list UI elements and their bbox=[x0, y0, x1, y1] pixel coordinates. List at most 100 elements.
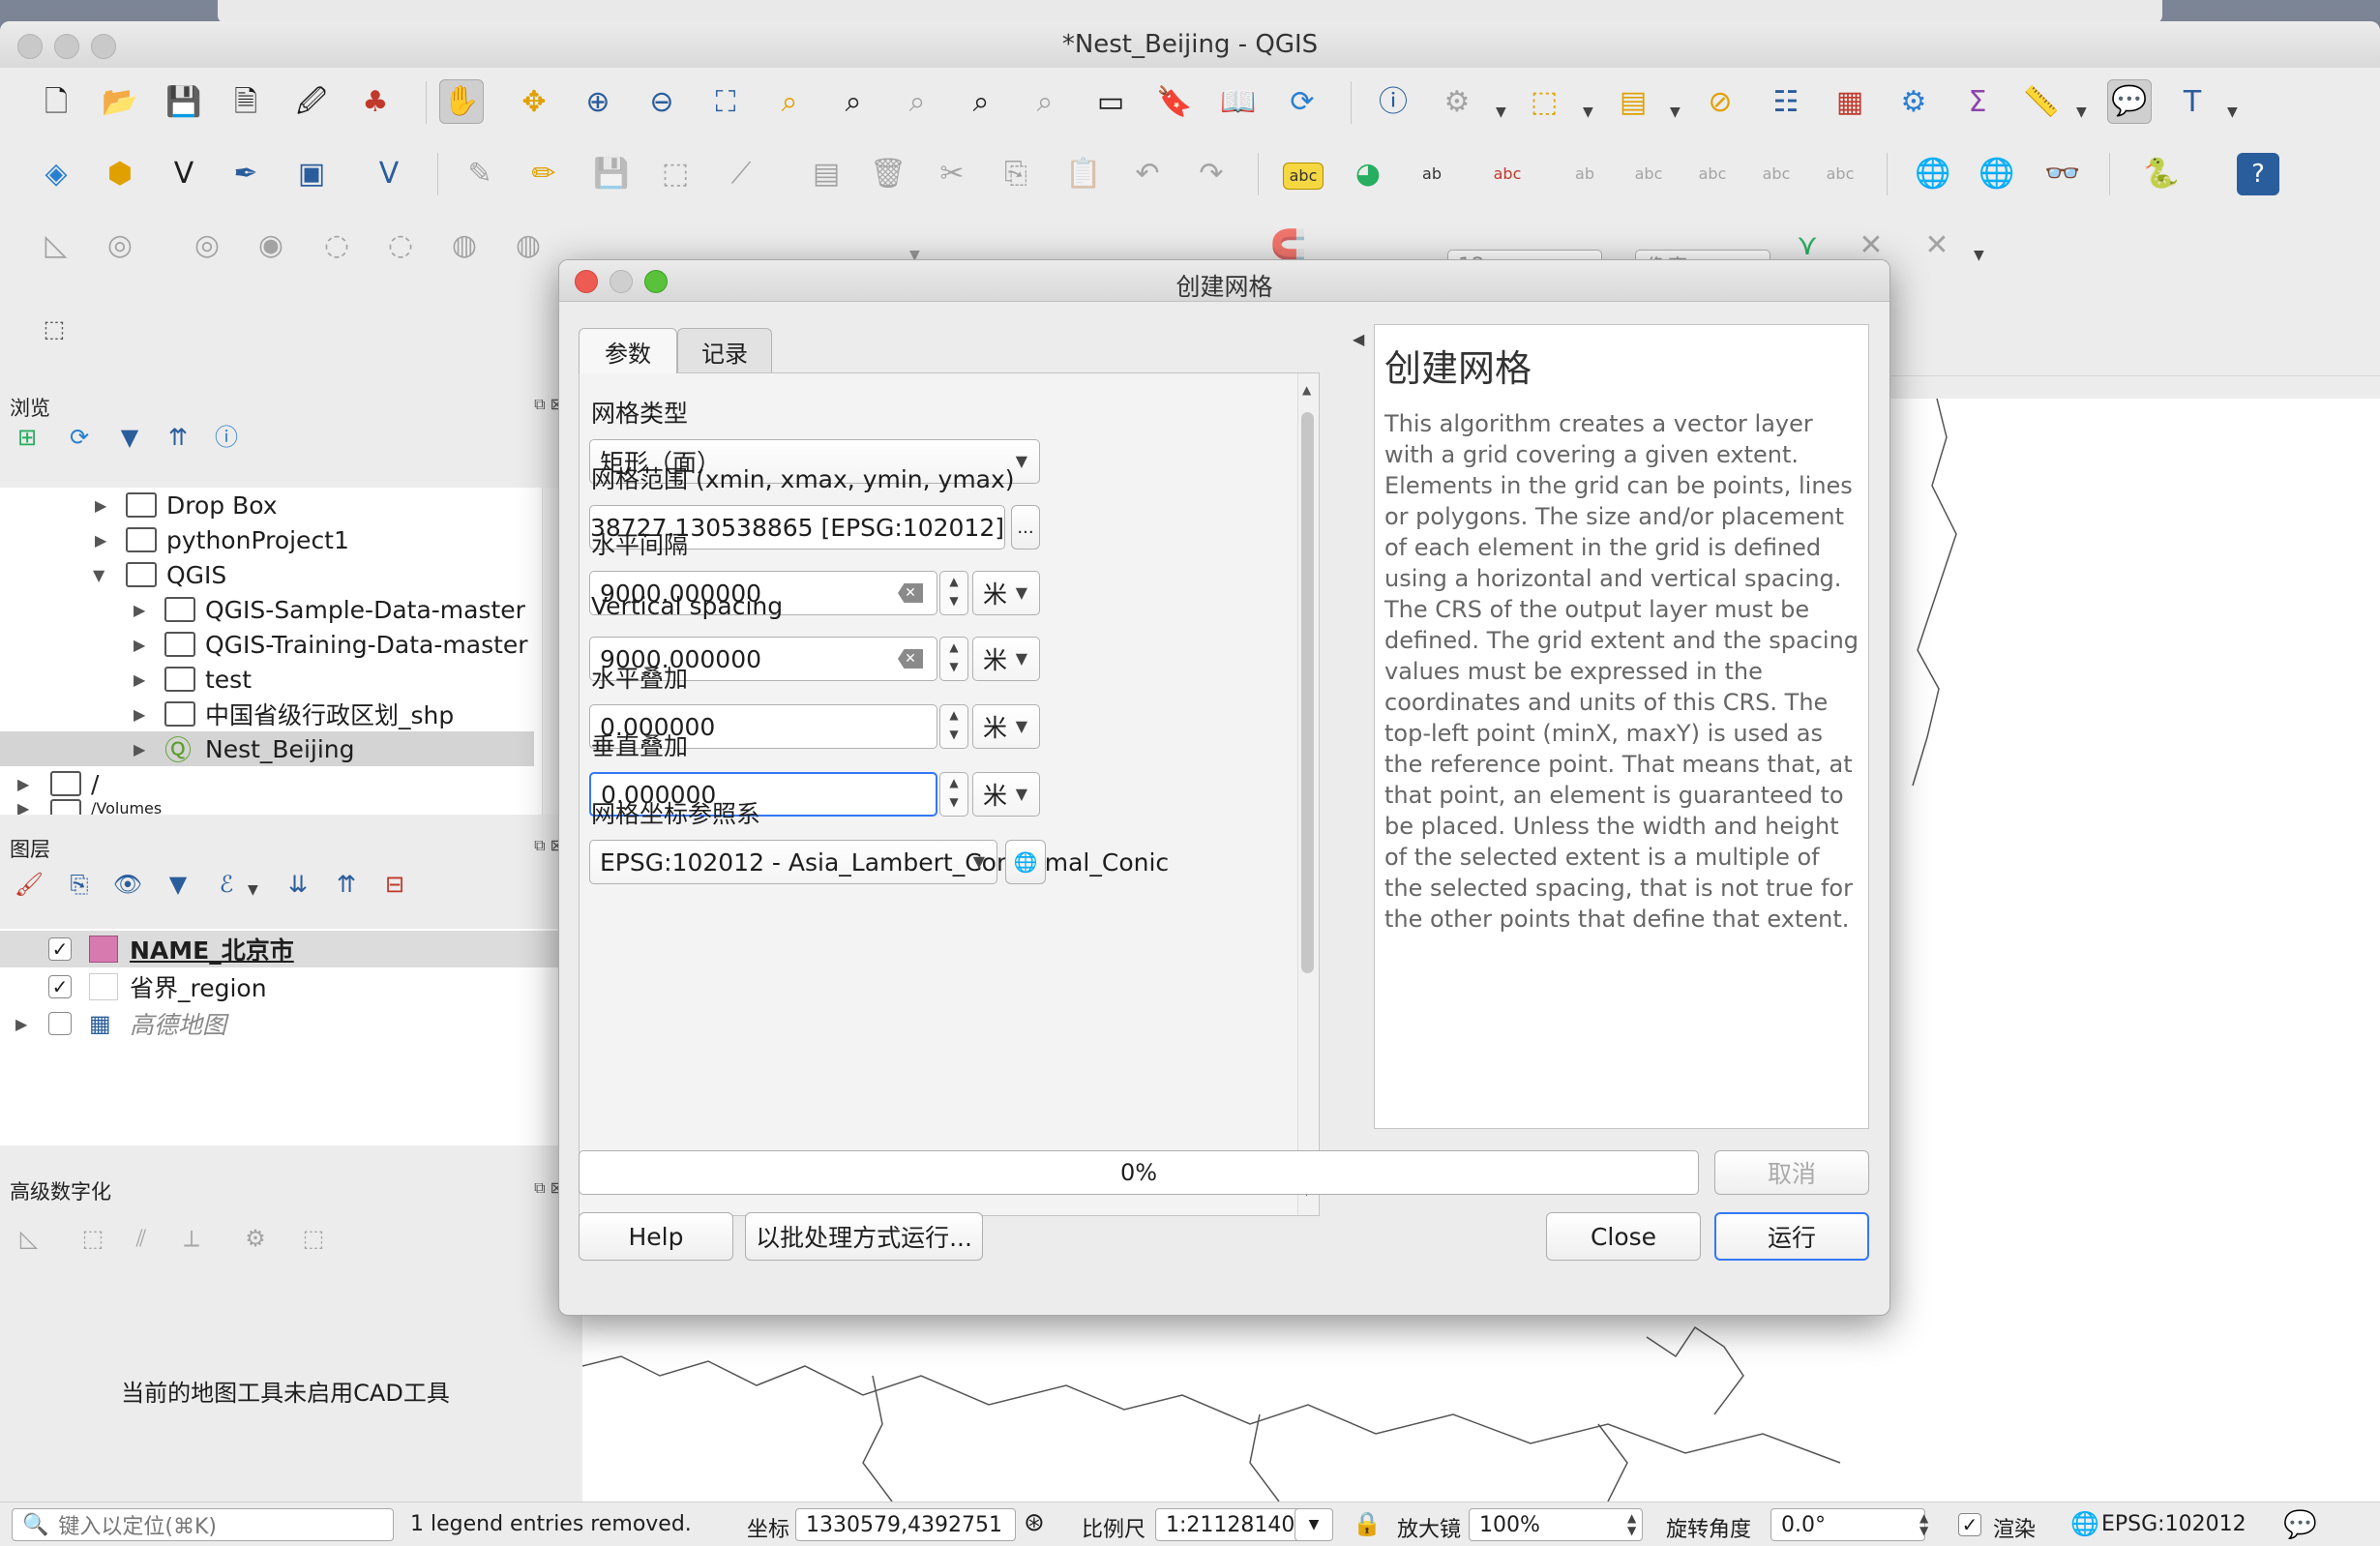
manage-themes-icon[interactable]: 👁 bbox=[110, 867, 145, 902]
magnifier-input[interactable]: 100% bbox=[1469, 1508, 1643, 1541]
tab-parameters[interactable]: 参数 bbox=[579, 328, 677, 373]
map-tips-icon[interactable]: 💬 bbox=[2107, 79, 2152, 124]
show-hide-labels-icon[interactable]: abc bbox=[1627, 153, 1670, 195]
clear-icon[interactable]: ✕ bbox=[898, 583, 923, 603]
delete-part-icon[interactable]: ◌ bbox=[379, 224, 422, 267]
refresh-icon[interactable]: ⟳ bbox=[1281, 81, 1324, 124]
chevron-down-icon[interactable]: ▼ bbox=[248, 882, 258, 898]
locator-search-input[interactable]: 🔍 键入以定位(⌘K) bbox=[12, 1508, 394, 1541]
highlight-labels-icon[interactable]: abc bbox=[1486, 153, 1529, 195]
perpendicular-icon[interactable]: ⟂ bbox=[174, 1221, 209, 1256]
vertical-spacing-stepper[interactable]: ▲ ▼ bbox=[939, 637, 968, 681]
chevron-right-icon[interactable]: ▶ bbox=[17, 775, 29, 793]
extent-options-button[interactable]: ... bbox=[1011, 505, 1040, 550]
chevron-down-icon[interactable]: ▼ bbox=[2227, 104, 2238, 120]
expand-all-icon[interactable]: ⇊ bbox=[281, 867, 315, 902]
field-calculator-icon[interactable]: ▦ bbox=[1829, 81, 1871, 124]
select-crs-button[interactable]: 🌐 bbox=[1005, 840, 1046, 884]
collapse-all-icon[interactable]: ⇈ bbox=[161, 420, 195, 455]
change-label-icon[interactable]: abc bbox=[1755, 153, 1798, 195]
parallel-icon[interactable]: ⫽ bbox=[124, 1221, 159, 1256]
chevron-right-icon[interactable]: ▶ bbox=[17, 799, 29, 815]
toggle-extents-icon[interactable]: ⊛ bbox=[1024, 1508, 1045, 1537]
zoom-out-icon[interactable]: ⊖ bbox=[640, 81, 683, 124]
enable-cad-icon[interactable]: ◺ bbox=[12, 1221, 46, 1256]
scroll-up-icon[interactable]: ▲ bbox=[1302, 383, 1311, 397]
browser-item-volumes[interactable]: ▶ /Volumes bbox=[0, 799, 551, 815]
scale-dropdown-chevron-down-icon[interactable]: ▼ bbox=[1294, 1508, 1333, 1541]
layer-item-region[interactable]: ✓ 省界_region bbox=[0, 969, 571, 1004]
new-geopackage-layer-icon[interactable]: ⬢ bbox=[99, 153, 141, 195]
python-console-icon[interactable]: 🐍 bbox=[2140, 153, 2183, 195]
pin-labels-icon[interactable]: ab bbox=[1411, 153, 1453, 195]
chevron-down-icon[interactable]: ▼ bbox=[1670, 104, 1681, 120]
layer-styling-icon[interactable]: 🖌 bbox=[12, 867, 46, 902]
run-action-icon[interactable]: ⚙ bbox=[1436, 81, 1478, 124]
rotate-label-icon[interactable]: abc bbox=[1691, 153, 1734, 195]
add-wms-layer-icon[interactable]: 🌐 bbox=[1912, 153, 1954, 195]
modify-attributes-icon[interactable]: ▤ bbox=[805, 153, 848, 195]
browser-item-dropbox[interactable]: ▶ Drop Box bbox=[0, 488, 551, 522]
horizontal-spacing-stepper[interactable]: ▲ ▼ bbox=[939, 571, 968, 615]
chevron-right-icon[interactable]: ▶ bbox=[134, 740, 145, 758]
refresh-icon[interactable]: ⟳ bbox=[62, 420, 97, 455]
move-label-icon[interactable]: ab bbox=[1563, 153, 1606, 195]
add-vector-layer-icon[interactable]: V bbox=[368, 153, 410, 195]
chevron-down-icon[interactable]: ▼ bbox=[1974, 248, 1984, 263]
construction-mode-icon[interactable]: ⬚ bbox=[75, 1221, 110, 1256]
filter-expression-icon[interactable]: ℰ bbox=[209, 867, 244, 902]
run-button[interactable]: 运行 bbox=[1714, 1212, 1869, 1261]
zoom-in-icon[interactable]: ⊕ bbox=[577, 81, 619, 124]
reshape-icon[interactable]: ◍ bbox=[443, 224, 486, 267]
chevron-right-icon[interactable]: ▶ bbox=[134, 601, 145, 619]
add-part-icon[interactable]: ◎ bbox=[186, 224, 228, 267]
new-print-layout-icon[interactable]: 🗎 bbox=[224, 81, 267, 124]
browser-item-nest-beijing[interactable]: ▶ Ⓠ Nest_Beijing bbox=[0, 731, 534, 766]
statistical-summary-icon[interactable]: Σ bbox=[1956, 81, 1999, 124]
grid-crs-select[interactable]: EPSG:102012 - Asia_Lambert_Conformal_Con… bbox=[589, 840, 1169, 884]
floater-icon[interactable]: ⬚ bbox=[296, 1221, 331, 1256]
fill-ring-icon[interactable]: ◉ bbox=[250, 224, 292, 267]
toggle-editing-icon[interactable]: ✏ bbox=[522, 153, 565, 195]
layer-labeling-icon[interactable]: abc bbox=[1283, 163, 1324, 190]
digitize-icon[interactable]: ✒ bbox=[224, 153, 267, 195]
select-by-value-icon[interactable]: ▤ bbox=[1612, 81, 1654, 124]
chevron-down-icon[interactable]: ▼ bbox=[1583, 104, 1593, 120]
select-features-icon[interactable]: ⬚ bbox=[1523, 81, 1565, 124]
layer-item-amap[interactable]: ▶ ▦ 高德地图 bbox=[0, 1006, 571, 1041]
zoom-to-layer-icon[interactable]: ⌕ bbox=[832, 81, 875, 124]
vertical-overlay-unit-select[interactable]: 米 ▼ bbox=[972, 772, 1040, 817]
new-bookmark-icon[interactable]: 🔖 bbox=[1153, 81, 1196, 124]
layout-manager-icon[interactable]: 🖉 bbox=[290, 81, 333, 124]
merge-icon[interactable]: ✕ bbox=[1916, 224, 1958, 267]
vertex-tool-icon[interactable]: ⟋ bbox=[720, 153, 762, 195]
paste-features-icon[interactable]: 📋 bbox=[1062, 153, 1105, 195]
edits-icon[interactable]: ✎ bbox=[459, 153, 501, 195]
offset-curve-icon[interactable]: ◍ bbox=[507, 224, 550, 267]
show-bookmarks-icon[interactable]: 📖 bbox=[1217, 81, 1260, 124]
layer-item-beijing[interactable]: ✓ NAME_北京市 bbox=[0, 931, 571, 967]
delete-selected-icon[interactable]: 🗑 bbox=[867, 153, 909, 195]
zoom-to-selection-icon[interactable]: ⌕ bbox=[768, 81, 811, 124]
pan-map-icon[interactable]: ✋ bbox=[439, 79, 484, 124]
tab-log[interactable]: 记录 bbox=[677, 328, 772, 373]
identify-features-icon[interactable]: ⓘ bbox=[1372, 81, 1414, 124]
style-manager-icon[interactable]: ♣ bbox=[354, 81, 397, 124]
save-project-icon[interactable]: 💾 bbox=[163, 81, 205, 124]
cut-features-icon[interactable]: ✂ bbox=[931, 153, 973, 195]
metasearch-icon[interactable]: 👓 bbox=[2041, 153, 2084, 195]
render-checkbox[interactable]: ✓ bbox=[1958, 1513, 1981, 1536]
measure-line-icon[interactable]: 📏 bbox=[2020, 81, 2063, 124]
filter-legend-icon[interactable]: ▼ bbox=[161, 867, 195, 902]
chevron-down-icon[interactable]: ▼ bbox=[1496, 104, 1506, 120]
layer-diagram-icon[interactable]: ◕ bbox=[1347, 153, 1389, 195]
zoom-last-icon[interactable]: ⌕ bbox=[960, 81, 1002, 124]
help-button[interactable]: Help bbox=[579, 1212, 733, 1261]
horizontal-overlay-stepper[interactable]: ▲ ▼ bbox=[939, 704, 968, 749]
attribute-table-icon[interactable]: ☷ bbox=[1765, 81, 1807, 124]
browser-item-training-data[interactable]: ▶ QGIS-Training-Data-master bbox=[0, 627, 551, 662]
new-project-icon[interactable]: 🗋 bbox=[35, 81, 77, 124]
text-annotation-icon[interactable]: T bbox=[2171, 81, 2214, 124]
crs-status[interactable]: EPSG:102012 bbox=[2101, 1512, 2246, 1536]
data-source-manager-icon[interactable]: ◈ bbox=[35, 153, 77, 195]
